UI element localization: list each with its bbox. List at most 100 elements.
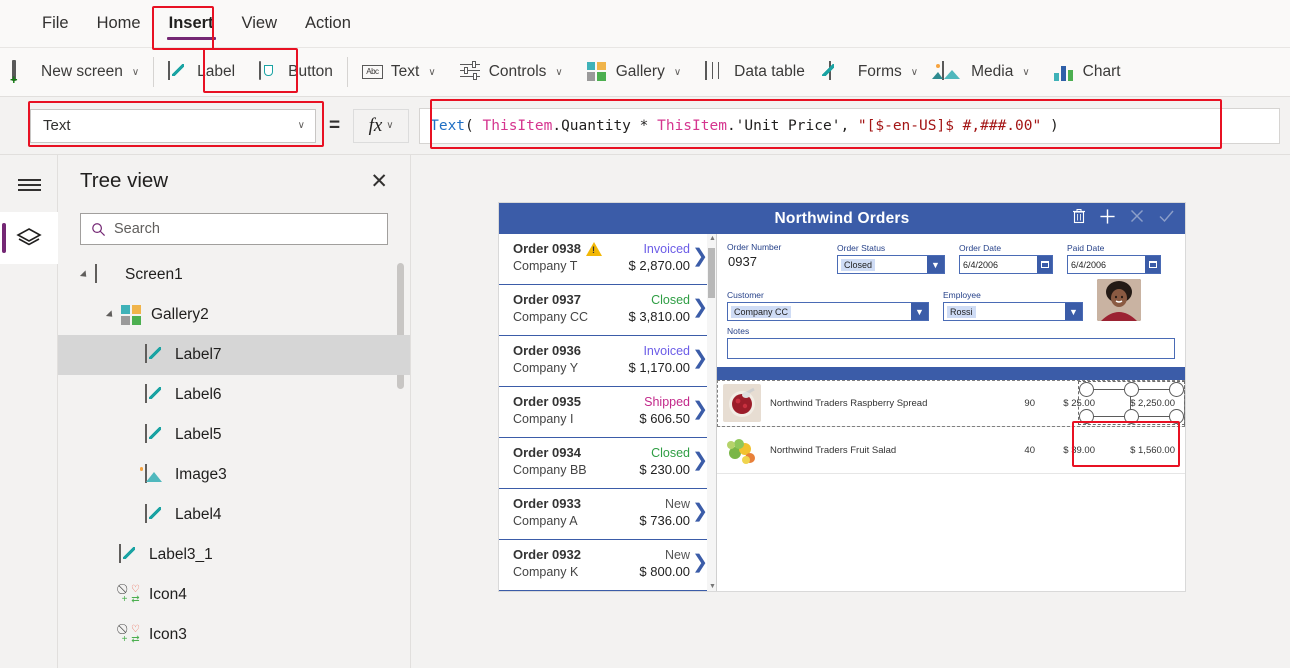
- tree-node-icon3[interactable]: ⃠♡+⇄ Icon3: [58, 615, 410, 655]
- tree-view-rail-button[interactable]: [0, 212, 58, 264]
- line-item-row[interactable]: Northwind Traders Raspberry Spread 90 $ 25…: [717, 380, 1185, 427]
- order-id: Order 0937: [513, 292, 581, 307]
- app-title-bar: Northwind Orders: [499, 203, 1185, 234]
- selection-handles: [1078, 381, 1185, 425]
- formula-input[interactable]: Text( ThisItem .Quantity * ThisItem .'Unit…: [419, 107, 1280, 144]
- line-item-row[interactable]: Northwind Traders Fruit Salad 40 $ 39.00 $ …: [717, 427, 1185, 474]
- scroll-down-arrow[interactable]: ▼: [709, 583, 716, 590]
- ribbon-controls[interactable]: Controls ∨: [448, 52, 575, 92]
- resize-handle-se[interactable]: [1169, 409, 1184, 424]
- chevron-right-icon[interactable]: ❯: [692, 298, 708, 317]
- chevron-right-icon[interactable]: ❯: [692, 400, 708, 419]
- image-icon: [139, 464, 167, 485]
- search-input[interactable]: Search: [80, 213, 388, 245]
- tree-node-icon4[interactable]: ⃠♡+⇄ Icon4: [58, 575, 410, 615]
- screen-icon: [95, 264, 117, 285]
- button-icon: [259, 60, 280, 83]
- tree-node-image3[interactable]: Image3: [58, 455, 410, 495]
- ribbon-media[interactable]: Media ∨: [930, 52, 1042, 92]
- order-row[interactable]: Order 0934 Closed Company BB $ 230.00 ❯: [499, 438, 716, 489]
- menu-item-insert[interactable]: Insert: [155, 8, 228, 40]
- order-amount: $ 800.00: [639, 564, 690, 579]
- order-date-input[interactable]: 6/4/2006: [959, 255, 1053, 274]
- label-icon: [145, 344, 167, 365]
- form-fields: Order Number 0937 Order Status Closed ▼: [717, 234, 1185, 359]
- resize-handle-ne[interactable]: [1169, 382, 1184, 397]
- ribbon-new-screen[interactable]: + New screen ∨: [0, 52, 151, 92]
- order-row[interactable]: Order 0932 New Company K $ 800.00 ❯: [499, 540, 716, 591]
- resize-handle-n[interactable]: [1124, 382, 1139, 397]
- ribbon-forms[interactable]: Forms ∨: [817, 52, 930, 92]
- menu-item-home[interactable]: Home: [83, 8, 155, 39]
- resize-handle-w[interactable]: [1079, 409, 1094, 424]
- chevron-right-icon[interactable]: ❯: [692, 502, 708, 521]
- scroll-up-arrow[interactable]: ▲: [709, 235, 716, 242]
- fx-button[interactable]: fx ∨: [353, 108, 410, 143]
- chevron-down-icon: ∨: [910, 66, 919, 78]
- customer-dropdown[interactable]: Company CC ▼: [727, 302, 929, 321]
- menu-item-action[interactable]: Action: [291, 8, 365, 39]
- ribbon-label: Controls: [488, 63, 547, 80]
- product-name: Northwind Traders Raspberry Spread: [770, 397, 928, 409]
- orders-gallery[interactable]: Order 0938InvoicedCompany T$ 2,870.00❯Or…: [499, 234, 717, 591]
- chevron-right-icon[interactable]: ❯: [692, 247, 708, 266]
- order-row[interactable]: Order 0935 Shipped Company I $ 606.50 ❯: [499, 387, 716, 438]
- field-label: Paid Date: [1067, 243, 1105, 253]
- ribbon-data-table[interactable]: Data table: [693, 52, 817, 92]
- app-title-actions: [1072, 203, 1175, 234]
- close-icon[interactable]: ✕: [370, 171, 388, 192]
- paid-date-input[interactable]: 6/4/2006: [1067, 255, 1161, 274]
- orders-scrollbar[interactable]: ▲ ▼: [707, 234, 716, 591]
- employee-dropdown[interactable]: Rossi ▼: [943, 302, 1083, 321]
- tree-node-label4[interactable]: Label4: [58, 495, 410, 535]
- order-detail-form: Order Number 0937 Order Status Closed ▼: [717, 234, 1185, 591]
- tree-node-label6[interactable]: Label6: [58, 375, 410, 415]
- add-order-icon[interactable]: [1099, 208, 1116, 230]
- orders-scrollbar-thumb[interactable]: [708, 248, 715, 298]
- chevron-down-icon: ▼: [911, 303, 928, 320]
- order-date-value: 6/4/2006: [963, 259, 999, 270]
- ribbon-label-button[interactable]: Label: [156, 52, 247, 92]
- tree-node-label3_1[interactable]: Label3_1: [58, 535, 410, 575]
- formula-token: ): [1041, 117, 1059, 134]
- hamburger-icon[interactable]: [18, 177, 41, 191]
- expander-triangle-icon[interactable]: [79, 270, 90, 280]
- order-row[interactable]: Order 0936 Invoiced Company Y $ 1,170.00 ❯: [499, 336, 716, 387]
- order-row[interactable]: Order 0938 Invoiced Company T $ 2,870.00❯: [499, 234, 716, 285]
- formula-token: (: [465, 117, 483, 134]
- calendar-icon[interactable]: [1037, 256, 1052, 273]
- menu-item-file[interactable]: File: [28, 8, 83, 39]
- menu-item-view[interactable]: View: [228, 8, 291, 39]
- ribbon-gallery[interactable]: Gallery ∨: [575, 52, 693, 92]
- order-id: Order 0933: [513, 496, 581, 511]
- tree-node-label: Image3: [175, 466, 227, 483]
- delete-order-icon[interactable]: [1072, 208, 1086, 229]
- ribbon-button-button[interactable]: Button: [247, 52, 345, 92]
- chevron-right-icon[interactable]: ❯: [692, 451, 708, 470]
- tree-node-screen1[interactable]: Screen1: [58, 255, 410, 295]
- order-status-dropdown[interactable]: Closed ▼: [837, 255, 945, 274]
- property-dropdown[interactable]: Text ∨: [30, 108, 316, 143]
- tree-node-gallery2[interactable]: Gallery2: [58, 295, 410, 335]
- chevron-right-icon[interactable]: ❯: [692, 349, 708, 368]
- notes-input[interactable]: [727, 338, 1175, 359]
- tree-node-label: Label3_1: [149, 546, 213, 563]
- cancel-icon[interactable]: [1129, 208, 1145, 229]
- order-company: Company CC: [513, 309, 589, 324]
- order-row[interactable]: Order 0937 Closed Company CC $ 3,810.00 ❯: [499, 285, 716, 336]
- calendar-icon[interactable]: [1145, 256, 1160, 273]
- resize-handle-nw[interactable]: [1079, 382, 1094, 397]
- resize-handle-s[interactable]: [1124, 409, 1139, 424]
- form-row-1: Order Number 0937 Order Status Closed ▼: [727, 242, 1175, 274]
- save-icon[interactable]: [1158, 208, 1175, 229]
- ribbon-text[interactable]: Abc Text ∨: [350, 52, 448, 92]
- chevron-right-icon[interactable]: ❯: [692, 553, 708, 572]
- tree-node-label7[interactable]: Label7: [58, 335, 410, 375]
- ribbon-chart[interactable]: Chart: [1042, 52, 1133, 92]
- tree-node-label5[interactable]: Label5: [58, 415, 410, 455]
- menu-label: File: [42, 14, 69, 32]
- active-indicator: [2, 223, 6, 253]
- order-row[interactable]: Order 0933 New Company A $ 736.00 ❯: [499, 489, 716, 540]
- expander-triangle-icon[interactable]: [105, 310, 116, 320]
- tree-node-label: Label7: [175, 346, 222, 363]
